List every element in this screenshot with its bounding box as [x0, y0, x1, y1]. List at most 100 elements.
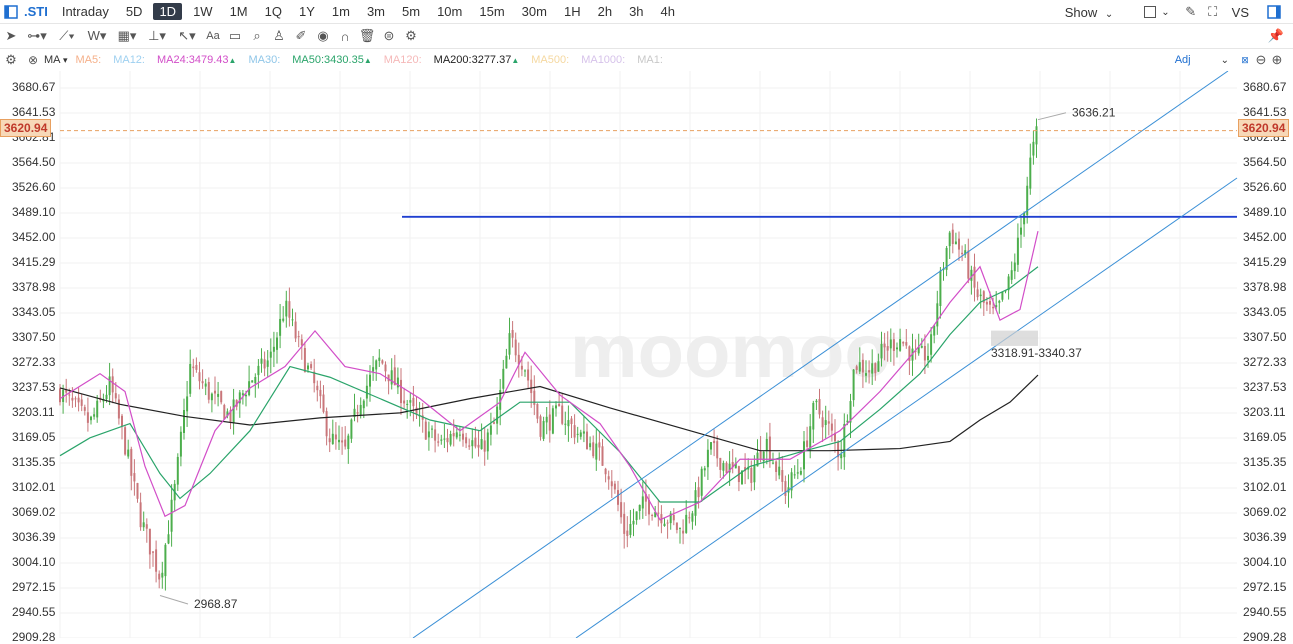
candlestick [781, 455, 784, 492]
candlestick [303, 341, 306, 373]
tab-timeframe[interactable]: 15m [473, 3, 510, 20]
tab-timeframe[interactable]: 5m [396, 3, 426, 20]
arrow-icon[interactable]: ↖▾ [172, 26, 202, 46]
candlestick [496, 396, 499, 435]
tab-timeframe[interactable]: 3h [623, 3, 649, 20]
trash-icon[interactable]: 🗑 [356, 26, 378, 46]
pin-icon[interactable]: 📌 [1265, 26, 1287, 46]
zoom-icon[interactable]: ⌕ [246, 26, 268, 46]
sidebar-toggle-icon[interactable] [1263, 2, 1285, 22]
cursor-icon[interactable]: ➤ [0, 26, 22, 46]
candlestick [152, 551, 154, 567]
tab-timeframe[interactable]: 1W [187, 3, 219, 20]
timeframe-tabs: Intraday 5D 1D 1W 1M 1Q 1Y 1m 3m 5m 10m 15m 30m 1H 2h 3… [56, 3, 686, 20]
chevron-down-icon: ▾ [62, 55, 68, 65]
candlestick [626, 516, 629, 548]
tab-timeframe[interactable]: 3m [361, 3, 391, 20]
symbol-label[interactable]: .STI [24, 4, 48, 19]
chevron-down-icon[interactable]: ⌄ [1221, 55, 1229, 66]
scale-icon[interactable]: ⊠ [1237, 50, 1253, 70]
candlestick [465, 432, 468, 449]
candlestick [843, 413, 846, 470]
candlestick [896, 342, 898, 358]
pen-icon[interactable]: ✐ [290, 26, 312, 46]
eye-icon[interactable]: ◉ [312, 26, 334, 46]
candlestick [437, 433, 440, 447]
candlestick [480, 423, 483, 450]
timeframe-toolbar: .STI Intraday 5D 1D 1W 1M 1Q 1Y 1m 3m 5m 10m 15m 30m… [0, 0, 1293, 24]
crowd-icon[interactable]: ♙ [268, 26, 290, 46]
ma-value: MA500: [531, 54, 569, 66]
candlestick [731, 448, 734, 474]
tab-timeframe[interactable]: 1M [224, 3, 254, 20]
pen-icon[interactable]: ✎ [1180, 2, 1202, 22]
candlestick [452, 419, 455, 447]
candlestick [192, 358, 195, 377]
tab-timeframe[interactable]: 5D [120, 3, 149, 20]
ma-selector[interactable]: MA ▾ [44, 54, 68, 66]
tab-timeframe[interactable]: 30m [516, 3, 553, 20]
layout-icon[interactable] [0, 2, 22, 22]
polyline-icon[interactable]: ⟋▾ [52, 26, 82, 46]
tab-timeframe[interactable]: Intraday [56, 3, 115, 20]
candlestick [737, 465, 740, 492]
tab-timeframe[interactable]: 1D [153, 3, 183, 20]
candlestick [365, 374, 368, 407]
candlestick [1029, 143, 1032, 195]
zoom-out-icon[interactable]: ⊖ [1253, 50, 1269, 70]
candlestick [396, 367, 399, 395]
candlestick [815, 398, 818, 410]
magnet-icon[interactable]: ∩ [334, 26, 356, 46]
candlestick [334, 422, 337, 450]
wave-icon[interactable]: W▾ [82, 26, 112, 46]
candlestick [598, 431, 601, 461]
candlestick [1032, 131, 1035, 165]
measure-icon[interactable]: ⊥▾ [142, 26, 172, 46]
vs-button[interactable]: VS [1232, 5, 1249, 20]
tab-timeframe[interactable]: 1m [326, 3, 356, 20]
candlestick [1035, 118, 1038, 158]
tab-timeframe[interactable]: 1Y [293, 3, 321, 20]
candlestick [651, 513, 654, 521]
candlestick [248, 365, 251, 397]
zoom-in-icon[interactable]: ⊕ [1269, 50, 1285, 70]
candlestick [471, 428, 474, 459]
settings-icon[interactable]: ⚙ [400, 26, 422, 46]
candlestick [86, 397, 89, 432]
show-dropdown[interactable]: Show ⌄ [1065, 5, 1114, 20]
close-circle-icon[interactable]: ⊗ [22, 50, 44, 70]
candlestick [232, 388, 235, 435]
gear-icon[interactable]: ⚙ [0, 50, 22, 70]
price-tick-label: 3203.11 [1243, 405, 1286, 419]
adj-selector[interactable]: Adj [1175, 54, 1191, 66]
ma-value-label: MA200:3277.37 [433, 54, 512, 66]
candlestick [706, 439, 709, 480]
candlestick [635, 511, 638, 525]
candlestick [387, 374, 390, 395]
candlestick [973, 253, 976, 302]
candlestick [276, 332, 278, 364]
tab-timeframe[interactable]: 1Q [259, 3, 288, 20]
price-tick-label: 3102.01 [12, 480, 56, 494]
candlestick [750, 460, 753, 492]
comment-icon[interactable]: ▭ [224, 26, 246, 46]
candlestick [77, 387, 80, 412]
text-icon[interactable]: Aa [202, 26, 224, 46]
price-chart[interactable]: moomoo 3636.21 2968.87 3318.91-3340.37 [0, 71, 1293, 638]
candlestick-series [59, 118, 1038, 591]
tab-timeframe[interactable]: 1H [558, 3, 587, 20]
fullscreen-icon[interactable]: ⛶ [1202, 2, 1224, 22]
candlestick [666, 519, 669, 539]
tab-timeframe[interactable]: 2h [592, 3, 618, 20]
tab-timeframe[interactable]: 10m [431, 3, 468, 20]
checkbox-icon[interactable] [1139, 2, 1161, 22]
candlestick [328, 428, 331, 453]
price-tick-label: 3307.50 [12, 330, 56, 344]
line-icon[interactable]: ⊶▾ [22, 26, 52, 46]
chevron-down-icon[interactable]: ⌄ [1161, 7, 1169, 18]
layers-icon[interactable]: ⊜ [378, 26, 400, 46]
high-leader-line [1037, 112, 1067, 121]
tab-timeframe[interactable]: 4h [655, 3, 681, 20]
candlestick [902, 341, 905, 347]
fib-icon[interactable]: ▦▾ [112, 26, 142, 46]
